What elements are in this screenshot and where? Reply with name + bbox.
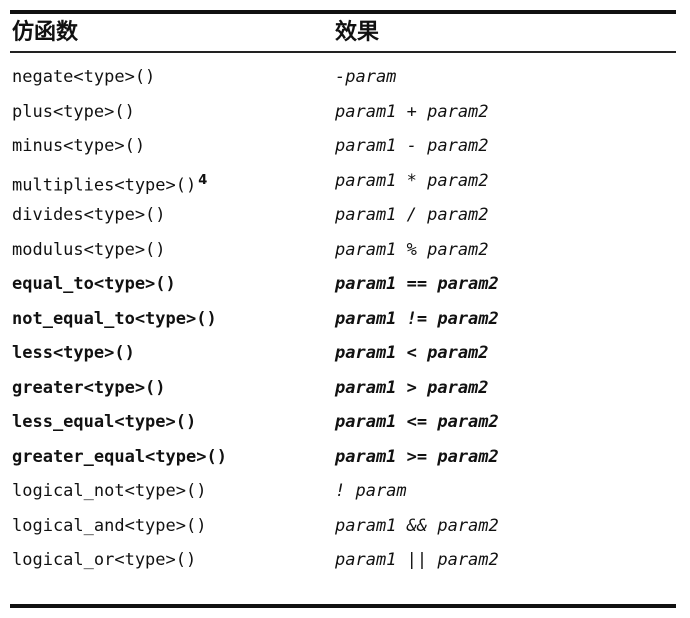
table-row: greater<type>() param1 > param2 <box>10 371 676 406</box>
table-row: logical_not<type>() ! param <box>10 474 676 509</box>
header-rule <box>10 51 676 53</box>
effect-cell: param1 / param2 <box>335 205 489 225</box>
table-row: negate<type>() -param <box>10 60 676 95</box>
functor-cell: not_equal_to<type>() <box>12 308 217 329</box>
effect-cell: param1 == param2 <box>335 274 499 294</box>
functor-cell: greater_equal<type>() <box>12 446 227 467</box>
effect-cell: ! param <box>335 481 407 501</box>
table-row: not_equal_to<type>() param1 != param2 <box>10 302 676 337</box>
table-row: less<type>() param1 < param2 <box>10 336 676 371</box>
table-row: plus<type>() param1 + param2 <box>10 95 676 130</box>
functor-table: 仿函数 效果 negate<type>() -param plus<type>(… <box>10 0 676 618</box>
functor-cell: equal_to<type>() <box>12 274 176 294</box>
functor-cell: minus<type>() <box>12 136 146 156</box>
effect-cell: param1 <= param2 <box>335 412 499 432</box>
functor-cell: divides<type>() <box>12 205 166 225</box>
effect-cell: param1 != param2 <box>335 308 499 329</box>
table-body: negate<type>() -param plus<type>() param… <box>10 60 676 578</box>
functor-cell: plus<type>() <box>12 101 135 122</box>
functor-cell: less_equal<type>() <box>12 412 197 432</box>
table-row: modulus<type>() param1 % param2 <box>10 233 676 268</box>
functor-cell: negate<type>() <box>12 67 156 87</box>
table-row: divides<type>() param1 / param2 <box>10 198 676 233</box>
table-top-rule <box>10 10 676 14</box>
functor-cell: logical_not<type>() <box>12 481 207 501</box>
functor-cell: greater<type>() <box>12 377 166 398</box>
effect-cell: param1 >= param2 <box>335 446 499 467</box>
table-row: multiplies<type>() 4 param1 * param2 <box>10 164 676 199</box>
effect-cell: param1 - param2 <box>335 136 489 156</box>
table-bottom-rule <box>10 604 676 608</box>
functor-cell: modulus<type>() <box>12 239 166 260</box>
functor-cell: logical_and<type>() <box>12 515 207 536</box>
functor-cell: logical_or<type>() <box>12 550 197 570</box>
effect-cell: param1 < param2 <box>335 343 489 363</box>
effect-cell: param1 && param2 <box>335 515 499 536</box>
header-effect: 效果 <box>335 20 380 45</box>
table-row: equal_to<type>() param1 == param2 <box>10 267 676 302</box>
table-row: minus<type>() param1 - param2 <box>10 129 676 164</box>
header-functor: 仿函数 <box>12 20 79 45</box>
footnote-marker: 4 <box>198 172 208 188</box>
effect-cell: param1 || param2 <box>335 550 499 570</box>
functor-cell: multiplies<type>() 4 <box>12 172 208 196</box>
effect-cell: param1 % param2 <box>335 239 489 260</box>
table-row: greater_equal<type>() param1 >= param2 <box>10 440 676 475</box>
functor-cell: less<type>() <box>12 343 135 363</box>
effect-cell: param1 > param2 <box>335 377 489 398</box>
table-row: logical_and<type>() param1 && param2 <box>10 509 676 544</box>
table-row: less_equal<type>() param1 <= param2 <box>10 405 676 440</box>
effect-cell: param1 * param2 <box>335 170 489 191</box>
effect-cell: -param <box>335 67 397 87</box>
effect-cell: param1 + param2 <box>335 101 489 122</box>
table-row: logical_or<type>() param1 || param2 <box>10 543 676 578</box>
